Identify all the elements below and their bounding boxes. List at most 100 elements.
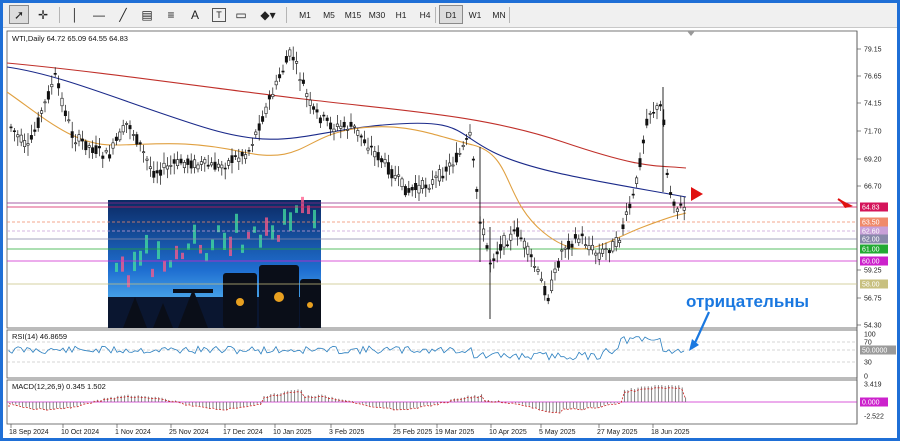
candle-body: [60, 97, 64, 107]
candle-body: [91, 147, 95, 153]
shapes-dropdown-icon[interactable]: ◆▾: [255, 5, 281, 24]
candle-body: [101, 155, 105, 159]
candle-body: [373, 151, 377, 158]
chart-toolbar: ➚ ✛ │ — ╱ ▤ ≡ A T ▭ ◆▾ M1 M5 M15 M30 H1 H4 D1 W…: [3, 3, 897, 28]
price-tick-label: 66.70: [864, 184, 882, 191]
level-badge-label: 60.00: [862, 259, 880, 266]
rectangle-label-icon[interactable]: ▭: [231, 5, 251, 24]
inset-candle: [229, 236, 232, 257]
rsi-tick-label: 50.0000: [862, 348, 887, 355]
candle-body: [560, 249, 564, 252]
fibonacci-icon[interactable]: ≡: [161, 5, 181, 24]
parallel-channel-icon[interactable]: ▤: [137, 5, 157, 24]
candle-body: [638, 158, 642, 168]
candle-body: [451, 164, 455, 167]
candle-body: [529, 254, 533, 258]
candle-body: [104, 150, 108, 153]
candle-body: [210, 162, 214, 166]
candle-body: [601, 248, 605, 254]
horizontal-line-icon[interactable]: —: [89, 5, 109, 24]
candle-body: [369, 145, 373, 148]
candle-body: [454, 152, 458, 163]
date-axis: 18 Sep 2024 10 Oct 2024 1 Nov 2024 25 Nov 2…: [9, 424, 690, 436]
candle-body: [94, 145, 98, 154]
candle-body: [264, 106, 268, 114]
toolbar-separator: [286, 7, 287, 23]
inset-candle: [277, 234, 280, 242]
candle-body: [516, 227, 520, 237]
candle-body: [441, 175, 445, 179]
price-tick-label: 59.25: [864, 268, 882, 275]
price-tick-label: 74.15: [864, 101, 882, 108]
candle-body: [641, 139, 645, 144]
chart-shift-handle[interactable]: [687, 31, 695, 36]
text-box-icon[interactable]: T: [212, 8, 226, 22]
timeframe-m30[interactable]: M30: [365, 5, 389, 24]
timeframe-h4[interactable]: H4: [413, 5, 437, 24]
candle-body: [165, 165, 169, 170]
candle-body: [57, 83, 61, 89]
candle-body: [407, 188, 411, 193]
candle-body: [250, 144, 254, 146]
trendline-icon[interactable]: ╱: [113, 5, 133, 24]
candle-body: [74, 142, 78, 145]
candle-body: [499, 244, 503, 251]
candle-body: [386, 162, 390, 175]
timeframe-h1[interactable]: H1: [389, 5, 413, 24]
candle-body: [604, 248, 608, 251]
candle-body: [284, 56, 288, 63]
candle-body: [346, 129, 350, 131]
candle-body: [522, 240, 526, 249]
candle-body: [335, 123, 339, 127]
crosshair-icon[interactable]: ✛: [33, 5, 53, 24]
candle-body: [182, 162, 186, 169]
timeframe-w1[interactable]: W1: [463, 5, 487, 24]
timeframe-d1[interactable]: D1: [439, 5, 463, 24]
timeframe-m5[interactable]: M5: [317, 5, 341, 24]
price-tick-label: 79.15: [864, 47, 882, 54]
candle-body: [257, 123, 261, 131]
inset-candle: [157, 241, 160, 259]
candle-body: [244, 154, 248, 160]
candle-body: [274, 80, 278, 86]
candle-body: [526, 245, 530, 255]
candle-body: [587, 245, 591, 251]
candle-body: [33, 129, 37, 132]
candle-body: [230, 155, 234, 163]
inset-candle: [133, 251, 136, 272]
date-label: 1 Nov 2024: [115, 429, 151, 436]
vertical-line-icon[interactable]: │: [65, 5, 85, 24]
price-chart[interactable]: 79.15 76.65 74.15 71.70 69.20 66.70 59.25 56.75…: [3, 27, 897, 438]
cursor-arrow-icon[interactable]: ➚: [9, 5, 29, 24]
annotation-text: отрицательны: [686, 292, 809, 311]
rsi-panel-frame: [6, 329, 858, 379]
candle-body: [658, 104, 662, 107]
timeframe-mn[interactable]: MN: [487, 5, 511, 24]
candle-body: [19, 134, 23, 143]
candle-body: [53, 72, 57, 75]
candle-body: [414, 183, 418, 191]
candle-body: [410, 187, 414, 191]
candle-body: [485, 245, 489, 249]
candle-body: [563, 247, 567, 250]
candle-body: [142, 151, 146, 154]
candle-body: [550, 279, 554, 291]
screenshot-frame: ➚ ✛ │ — ╱ ▤ ≡ A T ▭ ◆▾ M1 M5 M15 M30 H1 H4 D1 W…: [0, 0, 900, 441]
timeframe-m15[interactable]: M15: [341, 5, 365, 24]
candle-body: [679, 203, 683, 206]
candle-body: [223, 167, 227, 170]
candle-body: [261, 116, 265, 122]
inset-candle: [163, 260, 166, 272]
candle-body: [471, 158, 475, 161]
candle-body: [179, 158, 183, 164]
candle-body: [533, 266, 537, 268]
price-tick-label: 69.20: [864, 157, 882, 164]
candle-body: [376, 152, 380, 161]
text-label-icon[interactable]: A: [185, 5, 205, 24]
candle-body: [46, 91, 50, 100]
candle-body: [26, 143, 30, 146]
candle-body: [553, 268, 557, 273]
rsi-line: [8, 336, 685, 361]
timeframe-m1[interactable]: M1: [293, 5, 317, 24]
candle-body: [652, 111, 656, 114]
